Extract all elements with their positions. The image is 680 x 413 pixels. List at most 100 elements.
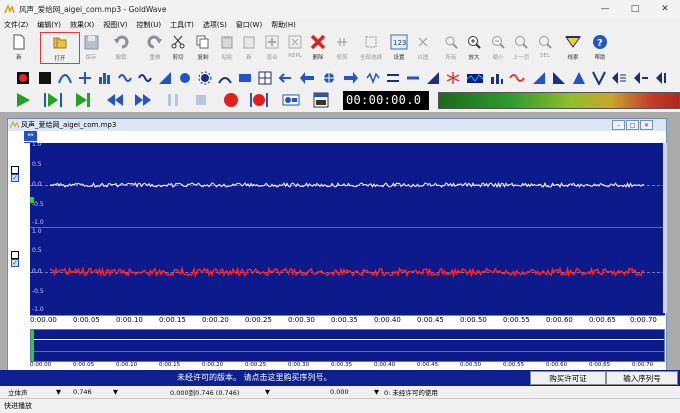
mechanize-icon[interactable] xyxy=(136,69,153,86)
pause-icon[interactable] xyxy=(164,91,182,109)
close-icon[interactable]: ✕ xyxy=(650,0,680,18)
zoom-in-button[interactable]: 放大 xyxy=(463,32,485,64)
enter-serial-button[interactable]: 输入序列号 xyxy=(606,371,678,385)
fade-in-icon[interactable] xyxy=(156,69,173,86)
bars-icon[interactable] xyxy=(488,69,505,86)
right-channel-check-icon[interactable]: ✓ xyxy=(11,259,19,267)
right-channel-waveform[interactable]: 1.0 0.5 0.0 -0.5 -1.0 xyxy=(30,227,665,315)
fit-button[interactable]: 以图 xyxy=(412,32,434,64)
save-button[interactable]: 保存 xyxy=(80,32,102,64)
doppler-icon[interactable] xyxy=(56,69,73,86)
equalizer-icon[interactable] xyxy=(96,69,113,86)
scatter-effect-icon[interactable] xyxy=(444,69,461,86)
redo-button[interactable]: 重做 xyxy=(144,32,166,64)
crosshair-icon[interactable] xyxy=(320,69,337,86)
menu-tools[interactable]: 工具(T) xyxy=(170,20,194,30)
stop-record-icon[interactable] xyxy=(14,69,31,86)
record-icon[interactable] xyxy=(222,91,240,109)
device-controls-icon[interactable] xyxy=(282,91,300,109)
volume-icon[interactable] xyxy=(424,69,441,86)
peak-icon[interactable] xyxy=(570,69,587,86)
menu-view[interactable]: 视图(V) xyxy=(103,20,127,30)
ramp-left-icon[interactable] xyxy=(530,69,547,86)
minimize-icon[interactable]: — xyxy=(590,0,620,18)
silence-icon[interactable] xyxy=(36,69,53,86)
menu-control[interactable]: 控制(U) xyxy=(137,20,162,30)
menu-window[interactable]: 窗口(W) xyxy=(236,20,262,30)
help-button[interactable]: ? 帮助 xyxy=(589,32,611,64)
volume-down-icon[interactable] xyxy=(632,69,649,86)
resample-icon[interactable] xyxy=(364,69,381,86)
fast-forward-icon[interactable] xyxy=(134,91,152,109)
window-layout-icon[interactable] xyxy=(312,91,330,109)
zoom-all-button[interactable]: 所有 xyxy=(440,32,462,64)
menu-help[interactable]: 帮助(H) xyxy=(271,20,296,30)
zoom-out-button[interactable]: 缩小 xyxy=(487,32,509,64)
doc-maximize-icon[interactable]: □ xyxy=(626,120,639,130)
menu-effects[interactable]: 效果(X) xyxy=(70,20,94,30)
status-dropdown-icon[interactable]: ▼ xyxy=(265,388,270,396)
stretch-icon[interactable] xyxy=(384,69,401,86)
flanger-icon[interactable] xyxy=(116,69,133,86)
new-paste-button[interactable]: 新 xyxy=(238,32,260,64)
left-channel-waveform[interactable]: 1.0 0.5 0.0 -0.5 -1.0 xyxy=(30,141,665,227)
left-marker-icon[interactable] xyxy=(30,197,34,203)
echo-icon[interactable] xyxy=(76,69,93,86)
volume-left-icon[interactable] xyxy=(610,69,627,86)
status-dropdown-icon[interactable]: ▼ xyxy=(56,388,61,396)
menu-edit[interactable]: 编辑(Y) xyxy=(37,20,61,30)
left-channel-check-icon[interactable]: ✓ xyxy=(11,174,19,182)
spectrum-icon[interactable] xyxy=(466,69,483,86)
replace-button[interactable]: REPL xyxy=(284,32,306,64)
trim-button[interactable]: 修剪 xyxy=(331,32,353,64)
status-dropdown-icon[interactable]: ▼ xyxy=(113,388,118,396)
gear-effect-icon[interactable] xyxy=(196,69,213,86)
license-notice-text[interactable]: 未经许可的版本。 请点击这里购买序列号。 xyxy=(177,372,332,383)
rewind-icon[interactable] xyxy=(106,91,124,109)
new-button[interactable]: 新 xyxy=(8,32,30,64)
cue-button[interactable]: 线索 xyxy=(562,32,584,64)
overview-marker-icon[interactable] xyxy=(31,330,34,361)
status-dropdown-icon[interactable]: ▼ xyxy=(374,388,379,396)
settings-button[interactable]: 123 设置 xyxy=(388,32,410,64)
menu-options[interactable]: 选项(S) xyxy=(203,20,227,30)
arrow-right-icon[interactable] xyxy=(342,69,359,86)
stop-icon[interactable] xyxy=(192,91,210,109)
doc-close-icon[interactable]: ✕ xyxy=(640,120,653,130)
filter-icon[interactable] xyxy=(176,69,193,86)
valley-icon[interactable] xyxy=(590,69,607,86)
grid-effect-icon[interactable] xyxy=(256,69,273,86)
play-selection-icon[interactable] xyxy=(44,91,62,109)
paste-button[interactable]: 粘贴 xyxy=(216,32,238,64)
buy-license-button[interactable]: 购买许可证 xyxy=(530,371,606,385)
pitch-icon[interactable] xyxy=(236,69,253,86)
zoom-horizontal-icon[interactable]: ↔ xyxy=(24,131,37,141)
pan-icon[interactable] xyxy=(216,69,233,86)
play-to-end-icon[interactable] xyxy=(74,91,92,109)
menu-file[interactable]: 文件(Z) xyxy=(4,20,28,30)
doc-minimize-icon[interactable]: – xyxy=(612,120,625,130)
reverse-icon[interactable] xyxy=(276,69,293,86)
delete-button[interactable]: 删除 xyxy=(307,32,329,64)
left-channel-toggle[interactable] xyxy=(11,166,19,174)
volume-max-icon[interactable] xyxy=(654,69,671,86)
arrow-left-icon[interactable] xyxy=(298,69,315,86)
record-selection-icon[interactable] xyxy=(250,91,268,109)
copy-button[interactable]: 复制 xyxy=(192,32,214,64)
mix-button[interactable]: 混合 xyxy=(261,32,283,64)
play-icon[interactable] xyxy=(14,91,32,109)
sel-button[interactable]: SEL xyxy=(534,32,556,64)
ramp-right-icon[interactable] xyxy=(550,69,567,86)
previous-button[interactable]: 上一页 xyxy=(510,32,532,64)
maximize-icon[interactable]: □ xyxy=(620,0,650,18)
overview-waveform[interactable] xyxy=(30,329,665,362)
right-channel-toggle[interactable] xyxy=(11,251,19,259)
cut-button[interactable]: 剪切 xyxy=(167,32,189,64)
declick-icon[interactable] xyxy=(508,69,525,86)
vertical-scrollbar[interactable] xyxy=(663,143,667,313)
open-button[interactable]: 打开 xyxy=(40,32,80,64)
select-all-button[interactable]: 全部选择 xyxy=(360,32,382,64)
undo-button[interactable]: 撤销 xyxy=(110,32,132,64)
license-notice-bar[interactable]: 未经许可的版本。 请点击这里购买序列号。 购买许可证 输入序列号 xyxy=(0,370,680,386)
offset-icon[interactable] xyxy=(404,69,421,86)
